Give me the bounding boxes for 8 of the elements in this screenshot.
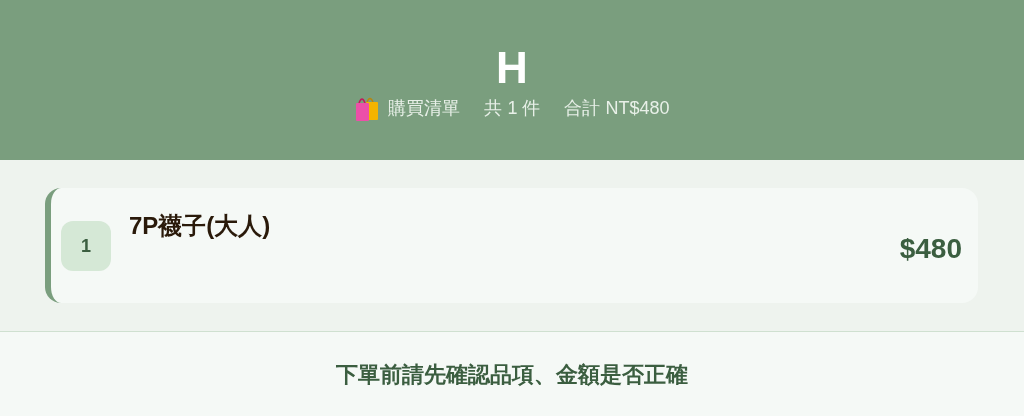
item-number: 1 xyxy=(61,221,111,271)
item-name: 7P襪子(大人) xyxy=(129,211,271,241)
page-title: H xyxy=(496,46,528,90)
summary-text: 共 1 件 xyxy=(484,96,541,120)
summary-text: 合計 NT$480 xyxy=(564,96,670,120)
item-price: $480 xyxy=(899,232,962,266)
summary-text: 購買清單 xyxy=(388,96,461,120)
footer-notice: 下單前請先確認品項、金額是否正確 xyxy=(336,360,688,389)
